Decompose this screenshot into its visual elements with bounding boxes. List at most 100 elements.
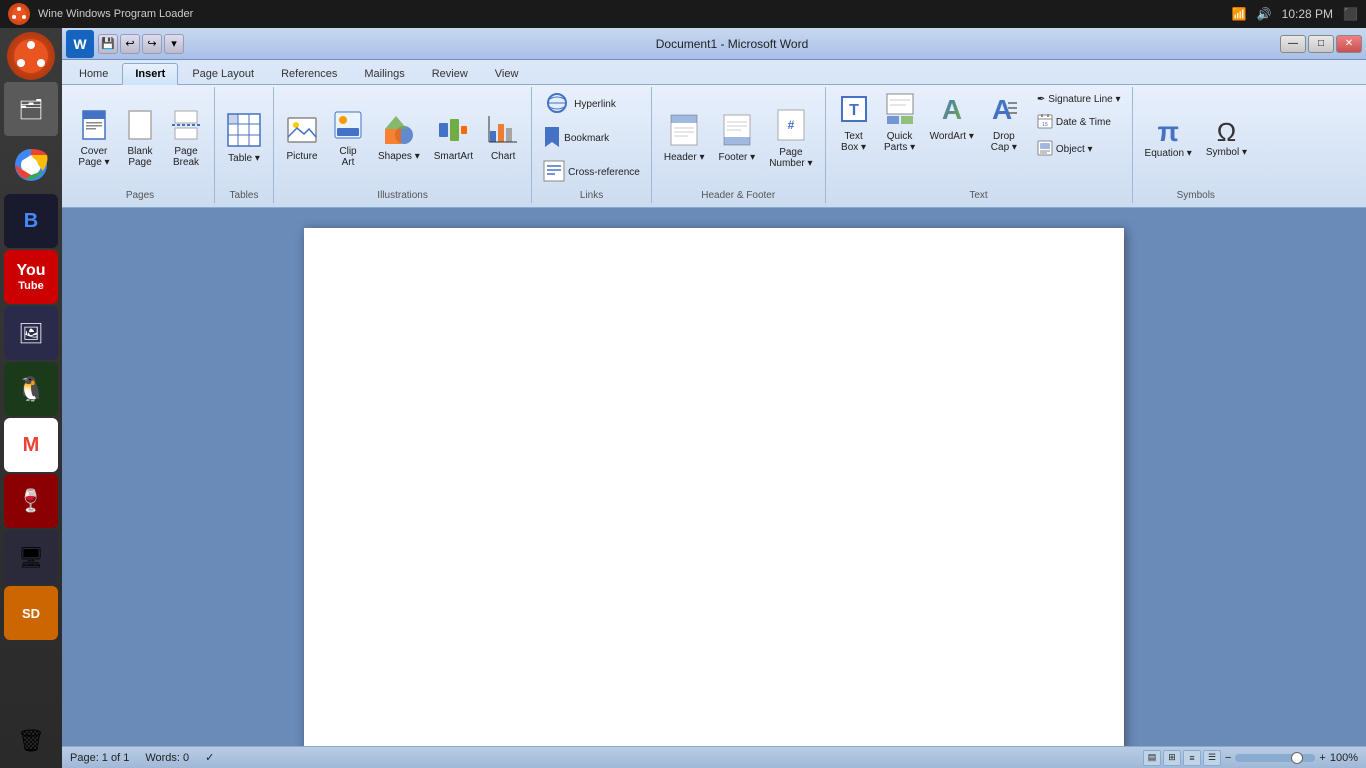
header-icon <box>670 114 698 150</box>
undo-btn[interactable]: ↩ <box>120 34 140 54</box>
ribbon: Home Insert Page Layout References Maili… <box>62 60 1366 208</box>
sidebar-icon-trash[interactable]: 🗑 <box>4 714 58 768</box>
group-tables: Table ▾ Tables <box>215 87 274 203</box>
ubuntu-logo[interactable] <box>8 3 30 25</box>
svg-text:15: 15 <box>1042 122 1048 128</box>
smartart-btn[interactable]: SmartArt <box>428 111 479 166</box>
tables-label: Tables <box>221 190 267 201</box>
chart-icon <box>488 115 518 149</box>
equation-label: Equation ▾ <box>1145 148 1192 159</box>
tab-insert[interactable]: Insert <box>122 63 178 85</box>
sidebar-icon-files[interactable]: 🗂 <box>4 82 58 136</box>
minimize-btn[interactable]: — <box>1280 35 1306 53</box>
sidebar-icon-gmail[interactable]: M <box>4 418 58 472</box>
cross-ref-icon <box>543 160 565 185</box>
svg-text:T: T <box>849 102 859 119</box>
drop-cap-label: DropCap ▾ <box>991 131 1017 153</box>
cover-page-btn[interactable]: CoverPage ▾ <box>72 106 116 172</box>
tab-review[interactable]: Review <box>419 63 481 84</box>
hf-label: Header & Footer <box>658 190 819 201</box>
tab-mailings[interactable]: Mailings <box>351 63 417 84</box>
table-btn[interactable]: Table ▾ <box>221 109 267 168</box>
page-number-icon: # <box>777 109 805 145</box>
tab-page-layout[interactable]: Page Layout <box>179 63 267 84</box>
text-label: Text <box>832 190 1126 201</box>
sidebar-icon-beatbox[interactable]: B <box>4 194 58 248</box>
quick-parts-btn[interactable]: QuickParts ▾ <box>878 89 922 157</box>
sidebar-icon-ubuntu[interactable] <box>7 32 55 80</box>
smartart-icon <box>438 115 468 149</box>
date-time-btn[interactable]: 15 Date & Time <box>1032 110 1126 135</box>
tab-references[interactable]: References <box>268 63 350 84</box>
footer-btn[interactable]: Footer ▾ <box>712 110 761 167</box>
sidebar-icon-wine[interactable]: 🍷 <box>4 474 58 528</box>
left-sidebar: 🗂 B You Tube 🖼 🐧 M 🍷 🖥 SD 🗑 <box>0 28 62 768</box>
picture-btn[interactable]: Picture <box>280 111 324 166</box>
pages-items: CoverPage ▾ BlankPage <box>72 89 208 188</box>
chart-btn[interactable]: Chart <box>481 111 525 166</box>
drop-cap-btn[interactable]: A DropCap ▾ <box>982 89 1026 157</box>
blank-page-label: BlankPage <box>127 146 152 168</box>
sidebar-icon-monitor[interactable]: 🖥 <box>4 530 58 584</box>
status-bar: Page: 1 of 1 Words: 0 ✓ ▤ ⊞ ≡ ☰ − + 100% <box>62 746 1366 768</box>
document-area[interactable] <box>62 208 1366 746</box>
blank-page-btn[interactable]: BlankPage <box>118 106 162 172</box>
word-logo: W <box>66 30 94 58</box>
sidebar-icon-penguin[interactable]: 🐧 <box>4 362 58 416</box>
maximize-btn[interactable]: □ <box>1308 35 1334 53</box>
signature-line-btn[interactable]: ✒ Signature Line ▾ <box>1032 91 1126 108</box>
symbols-items: π Equation ▾ Ω Symbol ▾ <box>1139 89 1253 188</box>
table-label: Table ▾ <box>228 153 260 164</box>
spell-check-icon: ✓ <box>205 751 214 764</box>
sidebar-icon-sd[interactable]: SD <box>4 586 58 640</box>
sidebar-icon-chrome[interactable] <box>4 138 58 192</box>
hyperlink-btn[interactable]: Hyperlink <box>538 89 621 120</box>
zoom-slider[interactable] <box>1235 754 1315 762</box>
save-btn[interactable]: 💾 <box>98 34 118 54</box>
bookmark-btn[interactable]: Bookmark <box>538 123 614 154</box>
wordart-btn[interactable]: A WordArt ▾ <box>924 89 980 157</box>
symbol-btn[interactable]: Ω Symbol ▾ <box>1200 115 1253 162</box>
shapes-btn[interactable]: Shapes ▾ <box>372 111 426 166</box>
date-time-label: Date & Time <box>1056 117 1111 128</box>
object-btn[interactable]: Object ▾ <box>1032 137 1126 162</box>
close-btn[interactable]: ✕ <box>1336 35 1362 53</box>
bookmark-label: Bookmark <box>564 133 609 144</box>
footer-icon <box>723 114 751 150</box>
page-break-btn[interactable]: PageBreak <box>164 106 208 172</box>
redo-btn[interactable]: ↪ <box>142 34 162 54</box>
clip-art-btn[interactable]: ClipArt <box>326 106 370 172</box>
tab-view[interactable]: View <box>482 63 532 84</box>
svg-text:A: A <box>992 94 1012 125</box>
window-title: Document1 - Microsoft Word <box>184 37 1280 51</box>
network-icon: 📶 <box>1232 7 1247 21</box>
cross-ref-btn[interactable]: Cross-reference <box>538 157 645 188</box>
page-number-btn[interactable]: # PageNumber ▾ <box>763 105 818 173</box>
text-box-btn[interactable]: T TextBox ▾ <box>832 89 876 157</box>
zoom-in-btn[interactable]: + <box>1319 752 1325 764</box>
illustrations-items: Picture ClipArt <box>280 89 525 188</box>
drop-cap-icon: A <box>990 93 1018 129</box>
print-layout-btn[interactable]: ▤ <box>1143 750 1161 766</box>
svg-text:A: A <box>942 94 962 125</box>
object-icon <box>1037 140 1053 159</box>
header-btn[interactable]: Header ▾ <box>658 110 711 167</box>
sidebar-icon-youtube[interactable]: You Tube <box>4 250 58 304</box>
blank-page-icon <box>126 110 154 144</box>
document-page[interactable] <box>304 228 1124 746</box>
web-layout-btn[interactable]: ≡ <box>1183 750 1201 766</box>
tab-home[interactable]: Home <box>66 63 121 84</box>
title-bar-actions: 💾 ↩ ↪ ▾ <box>98 34 184 54</box>
sidebar-icon-photos[interactable]: 🖼 <box>4 306 58 360</box>
customize-btn[interactable]: ▾ <box>164 34 184 54</box>
links-items: Hyperlink Bookmark <box>538 89 645 188</box>
date-time-icon: 15 <box>1037 113 1053 132</box>
page-break-icon <box>172 110 200 144</box>
text-items: T TextBox ▾ <box>832 89 1126 188</box>
equation-btn[interactable]: π Equation ▾ <box>1139 114 1198 163</box>
full-screen-btn[interactable]: ⊞ <box>1163 750 1181 766</box>
window-controls: — □ ✕ <box>1280 35 1362 53</box>
zoom-out-btn[interactable]: − <box>1225 752 1231 764</box>
table-icon <box>227 113 261 151</box>
outline-btn[interactable]: ☰ <box>1203 750 1221 766</box>
